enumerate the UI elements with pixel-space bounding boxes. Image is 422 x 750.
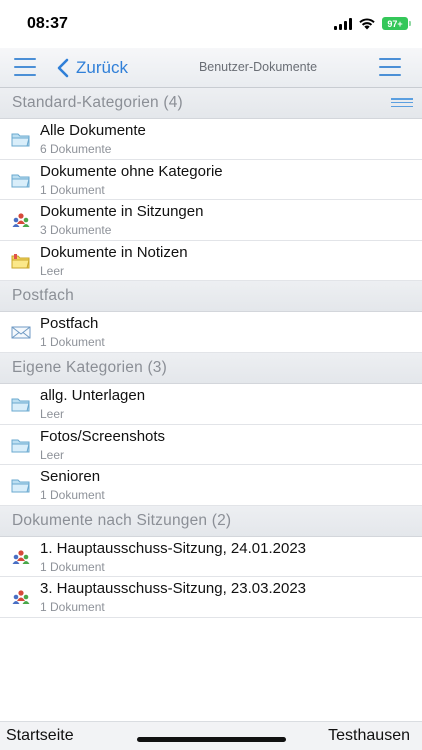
section-title: Standard-Kategorien (4) — [12, 94, 183, 111]
list-item-subtitle: 1 Dokument — [40, 488, 105, 503]
list-item-subtitle: Leer — [40, 447, 65, 462]
list-item-documents-in-notes[interactable]: Dokumente in Notizen Leer — [0, 240, 422, 282]
list-item-subtitle: 1 Dokument — [40, 559, 105, 574]
status-bar: 08:37 97+ — [0, 0, 422, 48]
list-item-title: Fotos/Screenshots — [40, 427, 166, 445]
chevron-left-icon — [57, 58, 69, 78]
page-title: Benutzer-Dokumente — [198, 60, 318, 74]
list-item-all-documents[interactable]: Alle Dokumente 6 Dokumente — [0, 119, 422, 160]
section-menu-icon[interactable] — [391, 98, 413, 107]
organization-link[interactable]: Testhausen — [328, 727, 410, 745]
list-item-title: allg. Unterlagen — [40, 386, 146, 404]
list-item-title: Dokumente ohne Kategorie — [40, 162, 223, 180]
navigation-bar: Zurück Benutzer-Dokumente — [0, 48, 422, 88]
section-title: Dokumente nach Sitzungen (2) — [12, 511, 232, 529]
folder-icon — [11, 398, 30, 412]
section-header-standard-categories: Standard-Kategorien (4) — [0, 88, 422, 119]
section-title: Postfach — [12, 287, 74, 305]
options-menu-icon[interactable] — [379, 58, 401, 76]
people-icon — [12, 550, 30, 564]
status-indicators: 97+ — [334, 17, 411, 30]
home-indicator[interactable] — [137, 737, 286, 742]
list-item-general-documents[interactable]: allg. Unterlagen Leer — [0, 383, 422, 425]
back-button-label: Zurück — [76, 58, 128, 77]
list-item-title: 1. Hauptausschuss-Sitzung, 24.01.2023 — [40, 539, 307, 557]
list-item-meeting-3[interactable]: 3. Hauptausschuss-Sitzung, 23.03.2023 1 … — [0, 577, 422, 618]
list-item-subtitle: 1 Dokument — [40, 335, 105, 350]
envelope-icon — [11, 326, 31, 339]
section-header-documents-by-meetings: Dokumente nach Sitzungen (2) — [0, 505, 422, 537]
list-item-subtitle: 1 Dokument — [40, 600, 105, 615]
home-link[interactable]: Startseite — [6, 727, 74, 745]
folder-icon — [11, 479, 30, 493]
list-item-title: Senioren — [40, 468, 101, 486]
section-header-mailbox: Postfach — [0, 281, 422, 313]
list-item-subtitle: 1 Dokument — [40, 182, 105, 197]
list-item-subtitle: 3 Dokumente — [40, 223, 112, 238]
battery-icon: 97+ — [382, 17, 411, 30]
list-item-photos-screenshots[interactable]: Fotos/Screenshots Leer — [0, 424, 422, 466]
list-item-subtitle: 6 Dokumente — [40, 142, 112, 156]
bottom-bar: Startseite Testhausen — [0, 721, 422, 750]
people-icon — [12, 590, 30, 605]
notes-folder-icon — [11, 253, 30, 269]
list-item-title: 3. Hauptausschuss-Sitzung, 23.03.2023 — [40, 580, 307, 598]
people-icon — [12, 213, 30, 228]
list-item-title: Postfach — [40, 315, 99, 333]
wifi-icon — [359, 18, 375, 30]
status-time: 08:37 — [27, 15, 68, 32]
list-item-mailbox[interactable]: Postfach 1 Dokument — [0, 312, 422, 353]
section-title: Eigene Kategorien (3) — [12, 358, 167, 376]
cellular-signal-icon — [334, 17, 352, 30]
folder-icon — [11, 133, 30, 147]
document-category-list: Standard-Kategorien (4) Alle Dokumente 6… — [0, 88, 422, 618]
list-item-documents-in-meetings[interactable]: Dokumente in Sitzungen 3 Dokumente — [0, 200, 422, 241]
list-item-title: Dokumente in Notizen — [40, 243, 188, 261]
list-item-seniors[interactable]: Senioren 1 Dokument — [0, 465, 422, 506]
list-item-uncategorized-documents[interactable]: Dokumente ohne Kategorie 1 Dokument — [0, 159, 422, 201]
list-item-title: Dokumente in Sitzungen — [40, 203, 204, 221]
list-item-meeting-1[interactable]: 1. Hauptausschuss-Sitzung, 24.01.2023 1 … — [0, 536, 422, 578]
back-button[interactable]: Zurück — [56, 56, 128, 80]
section-header-own-categories: Eigene Kategorien (3) — [0, 352, 422, 384]
folder-icon — [11, 174, 30, 188]
battery-level: 97+ — [387, 18, 403, 29]
sidebar-menu-icon[interactable] — [14, 58, 36, 76]
list-item-subtitle: Leer — [40, 263, 65, 278]
list-item-title: Alle Dokumente — [40, 122, 146, 139]
folder-icon — [11, 439, 30, 453]
list-item-subtitle: Leer — [40, 406, 65, 421]
